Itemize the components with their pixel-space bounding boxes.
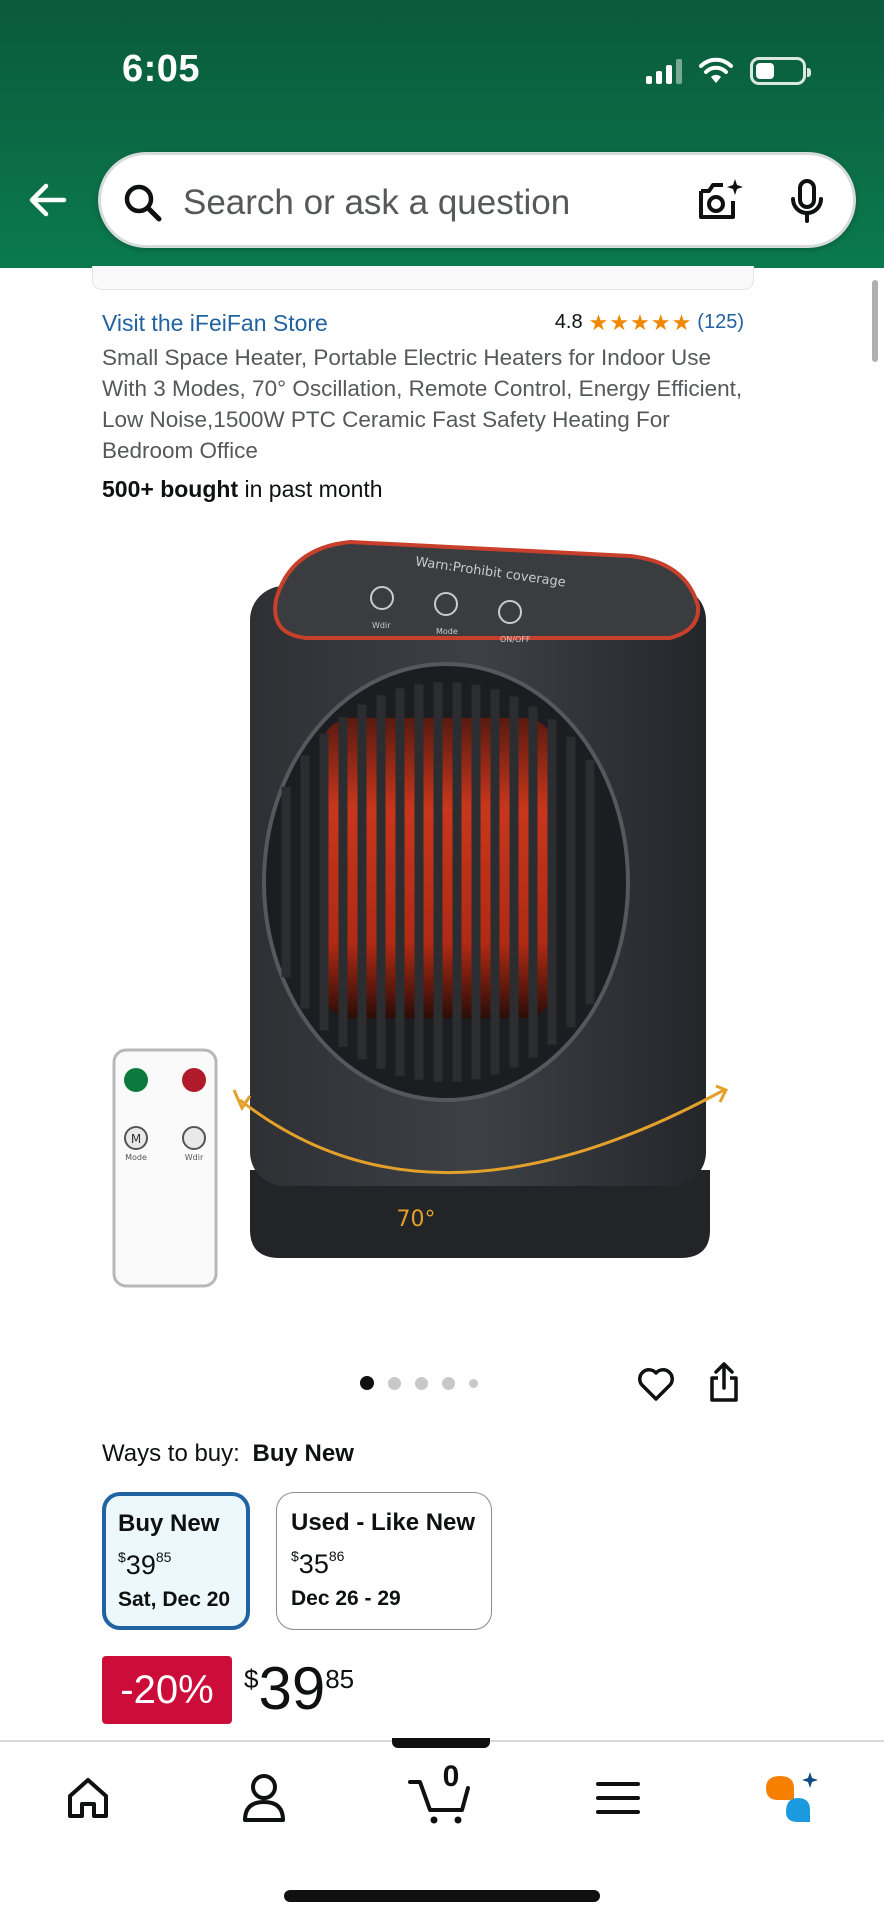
nav-handle [392, 1738, 490, 1748]
remote-mode-text: Mode [125, 1153, 147, 1162]
star-icon: ★ [588, 309, 609, 335]
ways-to-buy-selected: Buy New [252, 1440, 354, 1467]
nav-menu[interactable] [578, 1766, 658, 1830]
panel-onoff-text: ON/OFF [500, 635, 531, 644]
buy-option-price: $3985 [118, 1549, 172, 1580]
cart-count: 0 [442, 1760, 460, 1793]
rating-value: 4.8 [554, 311, 583, 333]
status-time: 6:05 [122, 48, 201, 90]
search-icon [124, 184, 162, 222]
nav-rufus[interactable] [752, 1766, 832, 1830]
buy-option-date: Sat, Dec 20 [118, 1588, 231, 1611]
panel-mode-text: Mode [436, 627, 458, 636]
discount-badge: -20% [102, 1656, 232, 1724]
rufus-icon [766, 1772, 818, 1822]
carousel-dot[interactable] [442, 1376, 455, 1390]
bought-count-bold: 500+ bought [102, 476, 239, 502]
home-indicator [284, 1890, 600, 1902]
back-arrow-icon[interactable] [24, 176, 72, 224]
price-whole: 39 [258, 1655, 326, 1722]
carousel-dot[interactable] [388, 1376, 401, 1390]
buy-option-title: Used - Like New [291, 1509, 476, 1536]
scroll-indicator [872, 280, 878, 362]
store-link[interactable]: Visit the iFeiFan Store [102, 310, 328, 337]
buy-option-price: $3586 [291, 1548, 345, 1579]
nav-home[interactable] [48, 1766, 128, 1830]
remote-m-text: M [131, 1132, 141, 1146]
cellular-signal-icon [646, 58, 682, 84]
remote-wdir-text: Wdir [185, 1153, 204, 1162]
ways-to-buy-label: Ways to buy: [102, 1440, 240, 1467]
search-bar[interactable]: Search or ask a question [98, 152, 856, 248]
heart-icon[interactable] [636, 1364, 676, 1404]
buy-option-title: Buy New [118, 1510, 220, 1537]
price-fraction: 85 [325, 1664, 355, 1694]
ways-to-buy: Ways to buy: Buy New [102, 1440, 354, 1468]
status-icons [646, 56, 811, 86]
product-title: Small Space Heater, Portable Electric He… [102, 345, 743, 463]
app-header: 6:05 Search or ask a question [0, 0, 884, 268]
home-icon [68, 1778, 108, 1818]
star-icon: ★ [609, 309, 630, 335]
price-currency: $ [244, 1664, 259, 1694]
carousel-dots[interactable] [360, 1376, 478, 1390]
bought-count: 500+ bought in past month [102, 476, 383, 503]
nav-account[interactable] [224, 1766, 304, 1830]
product-rating[interactable]: 4.8 ★ ★ ★ ★ ★ (125) [555, 311, 744, 334]
angle-label: 70° [397, 1207, 436, 1232]
camera-search-icon[interactable] [693, 175, 745, 227]
carousel-dot[interactable] [415, 1376, 428, 1390]
product-image[interactable]: Warn:Prohibit coverage Wdir Mode ON/OFF … [110, 530, 738, 1310]
star-icon: ★ [671, 309, 692, 335]
wifi-icon [699, 57, 733, 83]
buy-option-date: Dec 26 - 29 [291, 1587, 401, 1610]
rating-count[interactable]: (125) [697, 311, 744, 334]
search-input[interactable]: Search or ask a question [183, 183, 570, 223]
account-icon [243, 1774, 285, 1822]
buy-option-new[interactable]: Buy New $3985 Sat, Dec 20 [102, 1492, 250, 1630]
battery-icon [750, 57, 811, 85]
menu-icon [596, 1782, 640, 1814]
product-price: $ 39 85 [244, 1656, 354, 1722]
star-icon: ★ [650, 309, 671, 335]
sponsored-strip [92, 266, 754, 290]
bought-count-text: in past month [238, 476, 383, 502]
carousel-dot[interactable] [360, 1376, 374, 1390]
buy-option-used[interactable]: Used - Like New $3586 Dec 26 - 29 [276, 1492, 492, 1630]
microphone-icon[interactable] [785, 177, 829, 225]
star-rating-icon: ★ ★ ★ ★ ★ [588, 309, 692, 335]
carousel-dot[interactable] [469, 1378, 478, 1388]
panel-wdir-text: Wdir [372, 621, 391, 630]
star-icon: ★ [630, 309, 650, 335]
share-icon[interactable] [706, 1360, 742, 1404]
